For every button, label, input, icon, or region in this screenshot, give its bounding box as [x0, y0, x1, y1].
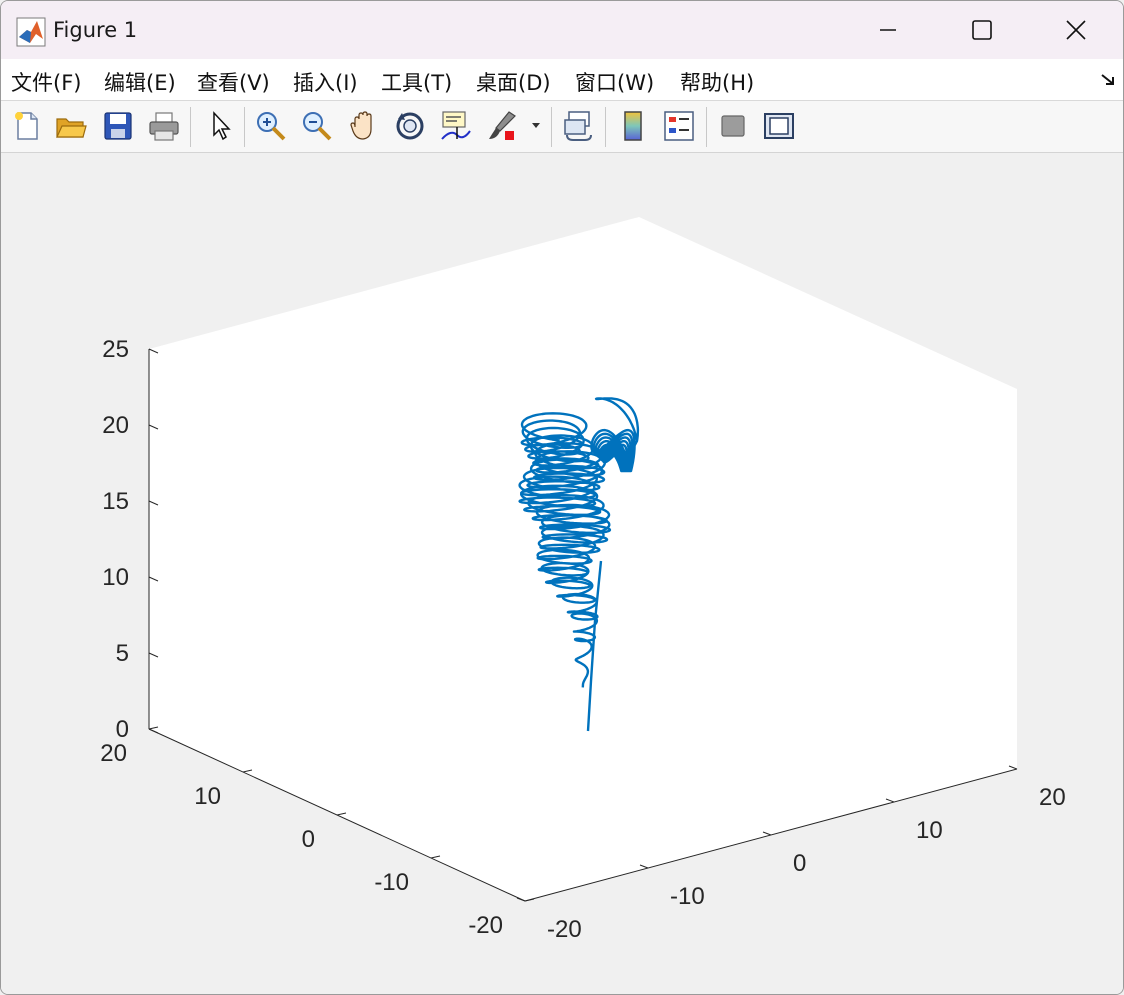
zoom-out-icon[interactable]	[300, 109, 334, 143]
tick-label: -10	[670, 883, 705, 910]
matlab-logo-icon	[16, 17, 46, 47]
tick-label: 0	[793, 850, 806, 877]
tick-label: 5	[116, 640, 129, 667]
figure-toolbar	[1, 101, 1123, 153]
toolbar-separator	[244, 107, 245, 147]
show-plot-tools-icon[interactable]	[762, 109, 796, 143]
legend-icon[interactable]	[662, 109, 696, 143]
rotate-3d-icon[interactable]	[393, 109, 427, 143]
tick-label: 20	[102, 412, 129, 439]
menu-view[interactable]: 查看(V)	[197, 67, 270, 97]
edit-plot-arrow-icon[interactable]	[204, 109, 238, 143]
axes-background	[149, 217, 1017, 901]
close-button[interactable]	[1030, 1, 1122, 59]
menu-bar: 文件(F) 编辑(E) 查看(V) 插入(I) 工具(T) 桌面(D) 窗口(W…	[1, 59, 1123, 101]
dock-arrow-icon[interactable]	[1099, 71, 1117, 89]
tick-label: 0	[116, 716, 129, 743]
tick-label: 20	[1039, 784, 1066, 811]
new-figure-icon[interactable]	[10, 109, 44, 143]
axes-3d[interactable]: 0 5 10 15 20 25 20 10 0 -10 -20 -20 -10 0 10 20	[1, 153, 1124, 995]
window-title: Figure 1	[53, 18, 138, 42]
brush-dropdown-arrow-icon[interactable]	[529, 109, 563, 143]
menu-edit[interactable]: 编辑(E)	[104, 67, 176, 97]
toolbar-separator	[706, 107, 707, 147]
brush-icon[interactable]	[485, 109, 519, 143]
menu-file[interactable]: 文件(F)	[11, 67, 81, 97]
zoom-in-icon[interactable]	[254, 109, 288, 143]
toolbar-separator	[190, 107, 191, 147]
tick-label: 10	[916, 817, 943, 844]
maximize-icon	[972, 20, 992, 40]
menu-help[interactable]: 帮助(H)	[680, 67, 754, 97]
title-bar[interactable]: Figure 1	[1, 1, 1123, 59]
menu-insert[interactable]: 插入(I)	[293, 67, 358, 97]
colorbar-icon[interactable]	[616, 109, 650, 143]
toolbar-separator	[605, 107, 606, 147]
tick-label: 10	[194, 783, 221, 810]
pan-hand-icon[interactable]	[347, 109, 381, 143]
tick-label: -20	[468, 912, 503, 939]
maximize-button[interactable]	[936, 1, 1028, 59]
figure-canvas[interactable]: 0 5 10 15 20 25 20 10 0 -10 -20 -20 -10 0 10 20	[1, 153, 1124, 995]
tick-label: 25	[102, 336, 129, 363]
toolbar-separator	[551, 107, 552, 147]
save-icon[interactable]	[101, 109, 135, 143]
data-cursor-icon[interactable]	[439, 109, 473, 143]
menu-tools[interactable]: 工具(T)	[381, 67, 452, 97]
link-plot-icon[interactable]	[561, 109, 595, 143]
tick-label: 0	[302, 826, 315, 853]
tick-label: -10	[374, 869, 409, 896]
hide-plot-tools-icon[interactable]	[716, 109, 750, 143]
close-icon	[1066, 20, 1086, 40]
tick-label: 20	[100, 740, 127, 767]
minimize-icon	[880, 29, 896, 31]
print-icon[interactable]	[147, 109, 181, 143]
figure-window: Figure 1 文件(F) 编辑(E) 查看(V) 插入(I) 工具(T) 桌…	[0, 0, 1124, 995]
open-file-icon[interactable]	[54, 109, 88, 143]
tick-label: 15	[102, 488, 129, 515]
tick-label: -20	[547, 916, 582, 943]
menu-window[interactable]: 窗口(W)	[575, 67, 654, 97]
menu-desktop[interactable]: 桌面(D)	[476, 67, 551, 97]
tick-label: 10	[102, 564, 129, 591]
minimize-button[interactable]	[842, 1, 934, 59]
